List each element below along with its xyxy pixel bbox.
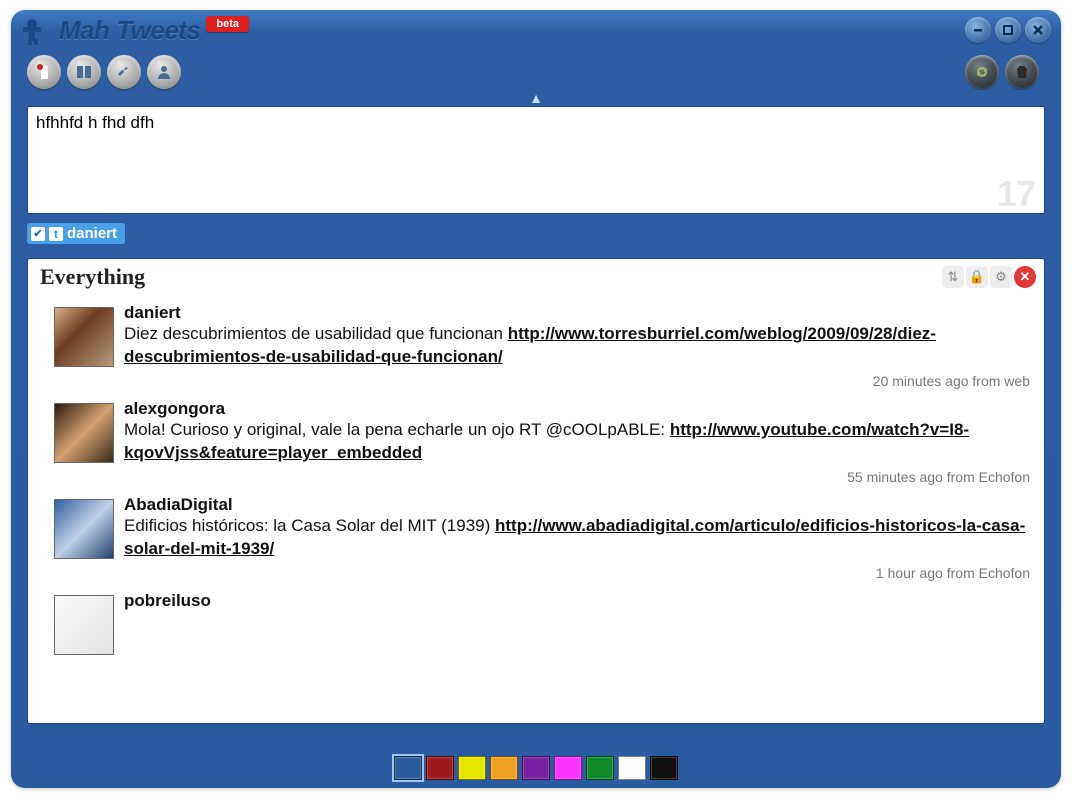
color-swatch[interactable] (586, 756, 614, 780)
compose-input[interactable] (27, 106, 1045, 214)
settings-button[interactable] (107, 55, 141, 89)
refresh-icon (973, 63, 991, 81)
filter-button[interactable]: ⚙ (990, 266, 1012, 288)
trash-icon (1013, 63, 1031, 81)
panel-title: Everything (40, 264, 145, 290)
avatar[interactable] (54, 307, 114, 367)
account-username: daniert (67, 225, 117, 242)
lock-button[interactable]: 🔒 (966, 266, 988, 288)
tweet-text: Edificios históricos: la Casa Solar del … (124, 515, 1036, 561)
columns-button[interactable] (67, 55, 101, 89)
accounts-button[interactable] (147, 55, 181, 89)
color-swatch[interactable] (394, 756, 422, 780)
app-logo: Mah Tweets (19, 15, 200, 46)
tweet-meta: 1 hour ago from Echofon (124, 565, 1030, 581)
tweet-meta: 20 minutes ago from web (124, 373, 1030, 389)
avatar[interactable] (54, 595, 114, 655)
maximize-button[interactable] (995, 17, 1021, 43)
app-window: Mah Tweets beta ▲ 17 ✔ t daniert (11, 10, 1061, 788)
color-swatch-bar (11, 756, 1061, 780)
color-swatch[interactable] (426, 756, 454, 780)
tweet-username[interactable]: daniert (124, 303, 1036, 323)
avatar[interactable] (54, 403, 114, 463)
wrench-icon (115, 63, 133, 81)
tweet-username[interactable]: alexgongora (124, 399, 1036, 419)
panel-header: Everything ⇅ 🔒 ⚙ ✕ (28, 259, 1044, 295)
window-controls (965, 17, 1051, 43)
color-swatch[interactable] (650, 756, 678, 780)
tweet-meta: 55 minutes ago from Echofon (124, 469, 1030, 485)
tweet-body: AbadiaDigitalEdificios históricos: la Ca… (124, 495, 1036, 583)
tweet-username[interactable]: pobreiluso (124, 591, 1036, 611)
tweet-username[interactable]: AbadiaDigital (124, 495, 1036, 515)
feed-scroll[interactable]: daniertDiez descubrimientos de usabilida… (28, 295, 1044, 723)
tweet-item[interactable]: daniertDiez descubrimientos de usabilida… (34, 297, 1040, 393)
user-icon (155, 63, 173, 81)
color-swatch[interactable] (554, 756, 582, 780)
minimize-button[interactable] (965, 17, 991, 43)
app-logo-icon (19, 15, 53, 45)
panel-tools: ⇅ 🔒 ⚙ ✕ (942, 266, 1036, 288)
account-selector-row: ✔ t daniert (27, 223, 1045, 244)
app-title: Mah Tweets (59, 15, 200, 46)
tweet-link[interactable]: http://www.youtube.com/watch?v=I8-kqovVj… (124, 420, 969, 462)
tweet-text: Diez descubrimientos de usabilidad que f… (124, 323, 1036, 369)
tweet-item[interactable]: pobreiluso (34, 585, 1040, 657)
color-swatch[interactable] (618, 756, 646, 780)
titlebar: Mah Tweets beta (11, 10, 1061, 48)
main-toolbar (11, 48, 1061, 96)
tweet-item[interactable]: AbadiaDigitalEdificios históricos: la Ca… (34, 489, 1040, 585)
char-counter: 17 (997, 173, 1035, 215)
compose-area: 17 ✔ t daniert (27, 106, 1045, 244)
collapse-compose-toggle[interactable]: ▲ (11, 90, 1061, 106)
tweet-body: daniertDiez descubrimientos de usabilida… (124, 303, 1036, 391)
tweet-item[interactable]: alexgongoraMola! Curioso y original, val… (34, 393, 1040, 489)
tweet-body: pobreiluso (124, 591, 1036, 655)
tweet-link[interactable]: http://www.abadiadigital.com/articulo/ed… (124, 516, 1025, 558)
trash-button[interactable] (1005, 55, 1039, 89)
refresh-button[interactable] (965, 55, 999, 89)
tweet-body: alexgongoraMola! Curioso y original, val… (124, 399, 1036, 487)
account-chip[interactable]: ✔ t daniert (27, 223, 125, 244)
close-button[interactable] (1025, 17, 1051, 43)
tweet-text: Mola! Curioso y original, vale la pena e… (124, 419, 1036, 465)
color-swatch[interactable] (458, 756, 486, 780)
account-checkbox[interactable]: ✔ (31, 227, 45, 241)
tweet-link[interactable]: http://www.torresburriel.com/weblog/2009… (124, 324, 936, 366)
sort-button[interactable]: ⇅ (942, 266, 964, 288)
color-swatch[interactable] (522, 756, 550, 780)
avatar[interactable] (54, 499, 114, 559)
twitter-icon: t (49, 227, 63, 241)
close-panel-button[interactable]: ✕ (1014, 266, 1036, 288)
feed-panel: Everything ⇅ 🔒 ⚙ ✕ daniertDiez descubrim… (27, 258, 1045, 724)
beta-badge: beta (206, 16, 249, 32)
new-tweet-button[interactable] (27, 55, 61, 89)
color-swatch[interactable] (490, 756, 518, 780)
